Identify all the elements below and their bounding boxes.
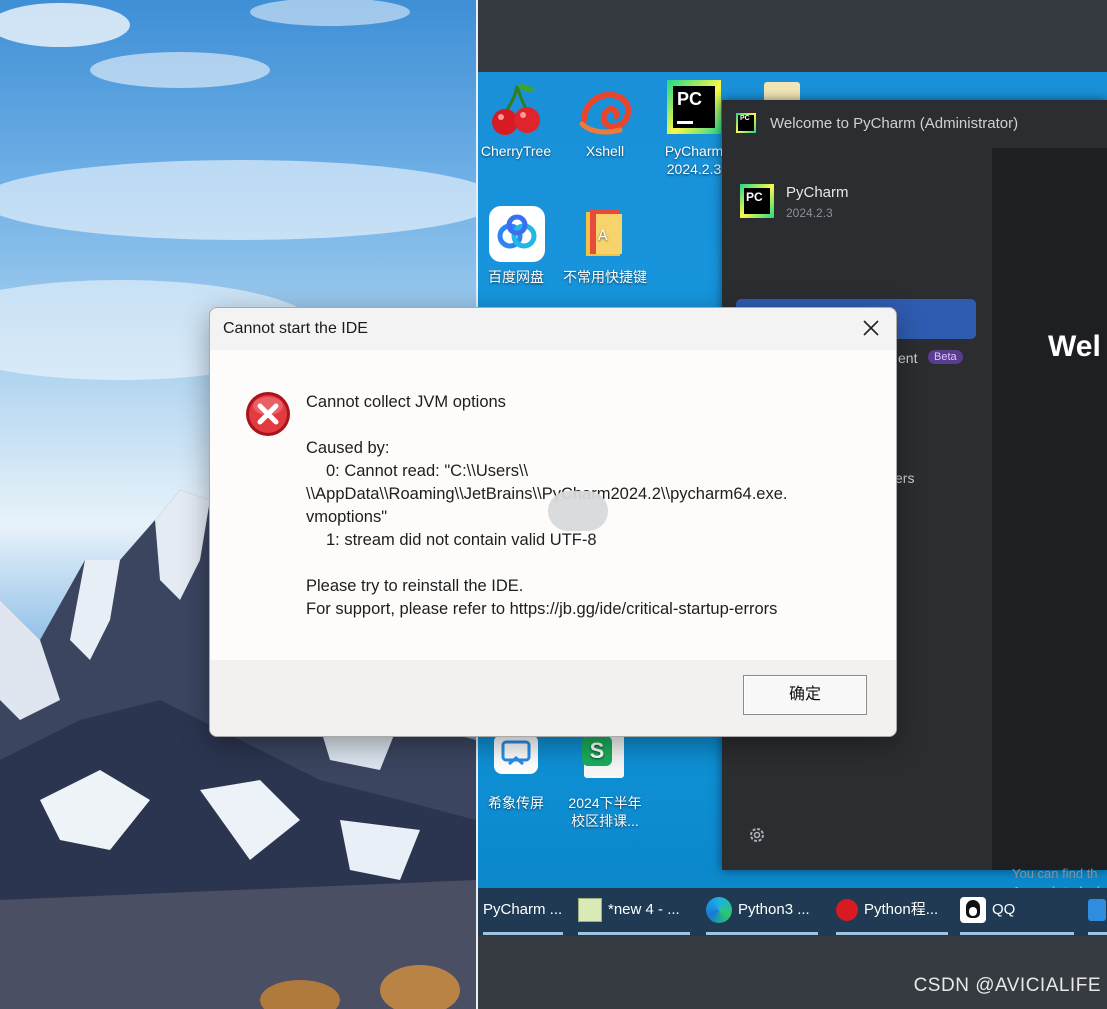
taskbar-item-cherrytree[interactable]: Python程... [836, 888, 948, 935]
pycharm-title-bar[interactable]: PC Welcome to PyCharm (Administrator) [722, 100, 1107, 148]
taskbar-item-notepad[interactable]: *new 4 - ... [578, 888, 690, 935]
edge-icon [706, 897, 732, 924]
app-icon [1088, 899, 1106, 922]
error-dialog[interactable]: Cannot start the IDE Cannot collect JVM … [209, 307, 897, 737]
cause-path-ext: vmoptions" [306, 508, 388, 526]
pycharm-small-logo-icon: PC [736, 113, 756, 133]
desktop-icon-wps-sheet[interactable]: S 2024下半年 校区排课... [560, 732, 650, 830]
notepad-icon [578, 898, 602, 923]
taskbar-item-qq[interactable]: QQ [960, 888, 1074, 935]
desktop-icon-label: 希象传屏 [488, 795, 544, 811]
desktop-icon-label: CherryTree [480, 143, 552, 159]
desktop-icon-label: 百度网盘 [488, 269, 544, 285]
baidu-netdisk-icon [487, 206, 545, 264]
cause-line-0: 0: Cannot read: "C:\\Users\\ [326, 462, 529, 480]
folder-icon: A [576, 206, 634, 264]
desktop-icon-label: Xshell [585, 143, 625, 159]
taskbar-item-pycharm[interactable]: PyCharm ... [483, 888, 563, 935]
dialog-title: Cannot start the IDE [223, 320, 368, 337]
cause-path-line: \\AppData\\Roaming\\JetBrains\\PyCharm20… [306, 485, 788, 503]
cause-line-1: 1: stream did not contain valid UTF-8 [326, 531, 597, 549]
svg-text:A: A [598, 228, 608, 244]
pycharm-main-panel: Wel You can find th Acquainted wi [992, 148, 1107, 899]
top-bar [478, 0, 1107, 72]
taskbar-label: Python3 ... [738, 901, 810, 918]
desktop-icon-folder[interactable]: A 不常用快捷键 [560, 206, 650, 286]
error-headline: Cannot collect JVM options [306, 393, 506, 411]
nav-plugins[interactable]: ers [895, 470, 914, 486]
desktop-icon-screen-cast[interactable]: 希象传屏 [478, 732, 561, 812]
pycharm-product-version: 2024.2.3 [786, 206, 833, 220]
taskbar-label: Python程... [864, 901, 939, 918]
caused-by-label: Caused by: [306, 439, 390, 457]
beta-badge: Beta [928, 350, 963, 364]
desktop-icon-xshell[interactable]: Xshell [560, 80, 650, 160]
taskbar-label: PyCharm ... [483, 901, 563, 918]
pycharm-logo-icon: PC [740, 184, 774, 218]
watermark: CSDN @AVICIALIFE [913, 975, 1101, 996]
dialog-body: Cannot collect JVM options Caused by: 0:… [210, 350, 896, 660]
pycharm-window-title: Welcome to PyCharm (Administrator) [770, 115, 1019, 132]
close-icon[interactable] [860, 317, 882, 339]
support-message: For support, please refer to https://jb.… [306, 600, 778, 618]
error-icon [245, 391, 291, 437]
pycharm-product-name: PyCharm [786, 184, 849, 201]
desktop-icon-label-2: 校区排课... [571, 813, 639, 829]
hint-line-1: You can find th [1012, 866, 1098, 881]
desktop-icon-label: 不常用快捷键 [563, 269, 647, 285]
desktop-icon-cherrytree[interactable]: CherryTree [478, 80, 561, 160]
xshell-icon [576, 80, 634, 138]
taskbar-item-edge[interactable]: Python3 ... [706, 888, 818, 935]
desktop-icon-baidu-netdisk[interactable]: 百度网盘 [478, 206, 561, 286]
ok-button[interactable]: 确定 [743, 675, 867, 715]
dialog-footer: 确定 [210, 660, 896, 736]
desktop-icon-label: 2024下半年 [568, 795, 642, 811]
settings-gear-icon[interactable] [748, 826, 766, 844]
taskbar: PyCharm ... *new 4 - ... Python3 ... Pyt… [478, 888, 1107, 936]
nav-remote-development[interactable]: ent [898, 350, 917, 366]
taskbar-label: QQ [992, 901, 1016, 918]
pycharm-icon: PC [665, 80, 723, 138]
taskbar-item-partial[interactable] [1088, 888, 1107, 935]
wps-sheet-icon: S [576, 732, 634, 790]
welcome-heading: Wel [1048, 330, 1101, 363]
cherry-icon [487, 80, 545, 138]
reinstall-message: Please try to reinstall the IDE. [306, 577, 524, 595]
dialog-title-bar[interactable]: Cannot start the IDE [210, 308, 896, 350]
qq-penguin-icon [960, 897, 986, 924]
redaction-mask [548, 491, 608, 531]
cherry-icon [836, 899, 858, 922]
screen-cast-icon [487, 732, 545, 790]
lower-panel [478, 936, 1107, 1009]
taskbar-label: *new 4 - ... [608, 901, 680, 918]
